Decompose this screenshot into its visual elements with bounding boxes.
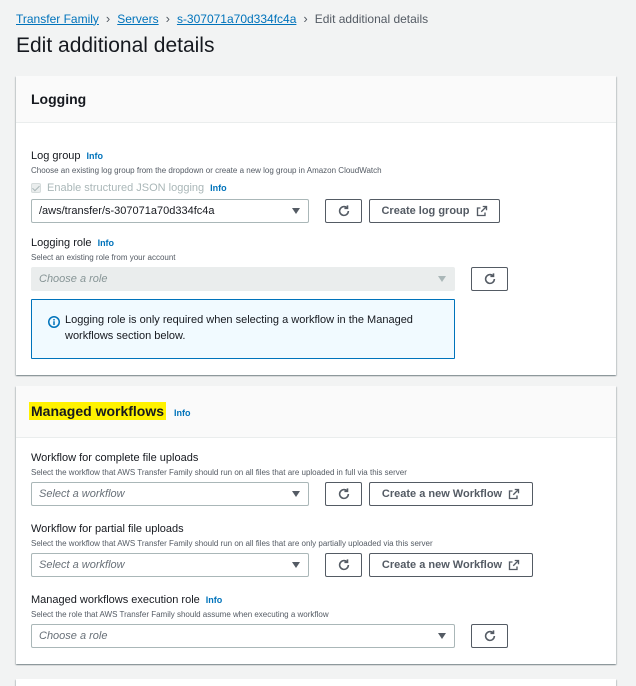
chevron-right-icon: › — [165, 11, 170, 26]
info-circle-icon — [48, 316, 60, 328]
partial-workflow-description: Select the workflow that AWS Transfer Fa… — [31, 539, 433, 548]
logging-panel-header — [16, 76, 616, 123]
log-group-info-link[interactable]: Info — [87, 151, 104, 161]
partial-workflow-label: Workflow for partial file uploads — [31, 523, 184, 535]
caret-down-icon — [292, 208, 300, 214]
breadcrumb-transfer-family[interactable]: Transfer Family — [16, 12, 99, 26]
create-log-group-button[interactable]: Create log group — [369, 199, 500, 223]
partial-workflow-select[interactable]: Select a workflow — [31, 553, 309, 577]
logging-role-description: Select an existing role from your accoun… — [31, 253, 176, 262]
breadcrumb-current: Edit additional details — [314, 11, 429, 26]
external-link-icon — [476, 205, 487, 217]
checkbox-checked-icon — [31, 183, 41, 193]
chevron-right-icon: › — [303, 11, 308, 26]
refresh-logging-roles-button[interactable] — [471, 267, 508, 291]
refresh-partial-workflows-button[interactable] — [325, 553, 362, 577]
caret-down-icon — [292, 491, 300, 497]
refresh-icon — [484, 273, 495, 285]
caret-down-icon — [438, 276, 446, 282]
workflows-title: Managed workflows Info — [29, 402, 191, 420]
execution-role-label: Managed workflows execution role Info — [31, 594, 223, 606]
caret-down-icon — [292, 562, 300, 568]
complete-workflow-select[interactable]: Select a workflow — [31, 482, 309, 506]
execution-role-description: Select the role that AWS Transfer Family… — [31, 610, 329, 619]
logging-role-alert-text: Logging role is only required when selec… — [65, 314, 413, 342]
refresh-icon — [338, 559, 349, 571]
caret-down-icon — [438, 633, 446, 639]
log-group-description: Choose an existing log group from the dr… — [31, 166, 382, 175]
logging-title: Logging — [31, 91, 87, 107]
logging-role-info-link[interactable]: Info — [98, 238, 115, 248]
execution-role-select[interactable]: Choose a role — [31, 624, 455, 648]
logging-role-info-alert: Logging role is only required when selec… — [31, 299, 455, 359]
create-partial-workflow-button[interactable]: Create a new Workflow — [369, 553, 533, 577]
external-link-icon — [508, 559, 520, 571]
structured-json-info-link[interactable]: Info — [210, 183, 227, 193]
complete-workflow-description: Select the workflow that AWS Transfer Fa… — [31, 468, 407, 477]
breadcrumb-server-id[interactable]: s-307071a70d334fc4a — [177, 12, 296, 26]
external-link-icon — [508, 488, 520, 500]
logging-panel: Logging Log group Info Choose an existing… — [16, 76, 616, 375]
page-title: Edit additional details — [16, 34, 215, 57]
logging-role-select[interactable]: Choose a role — [31, 267, 455, 291]
refresh-icon — [338, 205, 349, 217]
refresh-execution-roles-button[interactable] — [471, 624, 508, 648]
complete-workflow-label: Workflow for complete file uploads — [31, 452, 199, 464]
refresh-complete-workflows-button[interactable] — [325, 482, 362, 506]
next-panel — [16, 679, 616, 686]
refresh-log-groups-button[interactable] — [325, 199, 362, 223]
breadcrumb-servers[interactable]: Servers — [117, 12, 158, 26]
log-group-label: Log group Info — [31, 150, 104, 162]
refresh-icon — [484, 630, 495, 642]
logging-role-label: Logging role Info — [31, 237, 115, 249]
structured-json-checkbox[interactable]: Enable structured JSON logging Info — [31, 182, 227, 194]
workflows-info-link[interactable]: Info — [174, 408, 191, 418]
refresh-icon — [338, 488, 349, 500]
managed-workflows-panel: Managed workflows Info Workflow for compl… — [16, 386, 616, 664]
create-complete-workflow-button[interactable]: Create a new Workflow — [369, 482, 533, 506]
execution-role-info-link[interactable]: Info — [206, 595, 223, 605]
chevron-right-icon: › — [105, 11, 111, 26]
breadcrumb: Transfer Family › Servers › s-307071a70d… — [16, 11, 428, 26]
log-group-select[interactable]: /aws/transfer/s-307071a70d334fc4a — [31, 199, 309, 223]
